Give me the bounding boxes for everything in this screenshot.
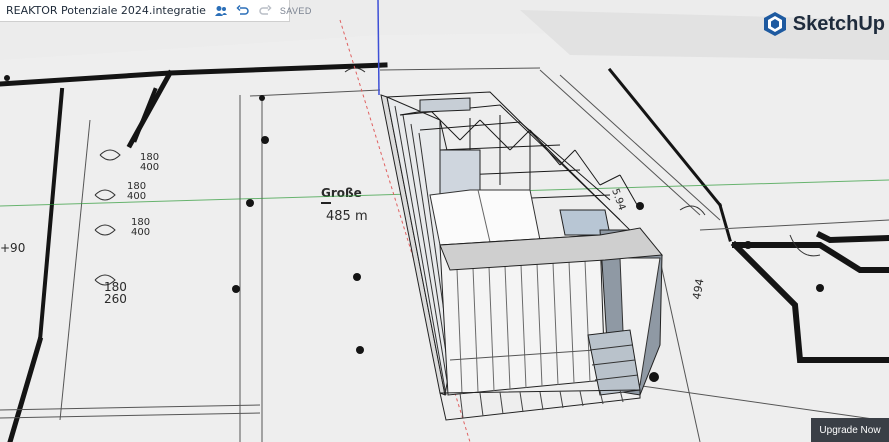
brand-name: SketchUp — [792, 12, 885, 35]
collaborators-icon[interactable] — [214, 4, 228, 18]
plan-dim-2-bottom: 400 — [127, 191, 146, 202]
upgrade-now-button[interactable]: Upgrade Now — [811, 418, 889, 442]
plan-room-area: 485 m — [326, 209, 368, 224]
title-bar: REAKTOR Potenziale 2024.integratie SAVED — [0, 0, 311, 22]
sketchup-viewport[interactable]: 180 400 180 400 180 400 180 260 +90 Groß… — [0, 0, 889, 442]
plan-dim-4-bottom: 260 — [104, 292, 127, 306]
plan-room-name: Große — [321, 186, 362, 200]
undo-icon[interactable] — [236, 4, 250, 18]
redo-icon[interactable] — [258, 4, 272, 18]
plan-dim-3-bottom: 400 — [131, 227, 150, 238]
document-title[interactable]: REAKTOR Potenziale 2024.integratie — [6, 4, 206, 17]
save-status: SAVED — [279, 5, 312, 16]
sketchup-logo-icon — [763, 12, 786, 36]
sketchup-brand: SketchUp — [763, 11, 885, 37]
3d-scene[interactable]: 180 400 180 400 180 400 180 260 +90 Groß… — [0, 0, 889, 442]
plan-dim-1-bottom: 400 — [140, 162, 159, 173]
plan-dim-prefix: +90 — [0, 241, 25, 255]
axis-blue — [377, 0, 380, 96]
